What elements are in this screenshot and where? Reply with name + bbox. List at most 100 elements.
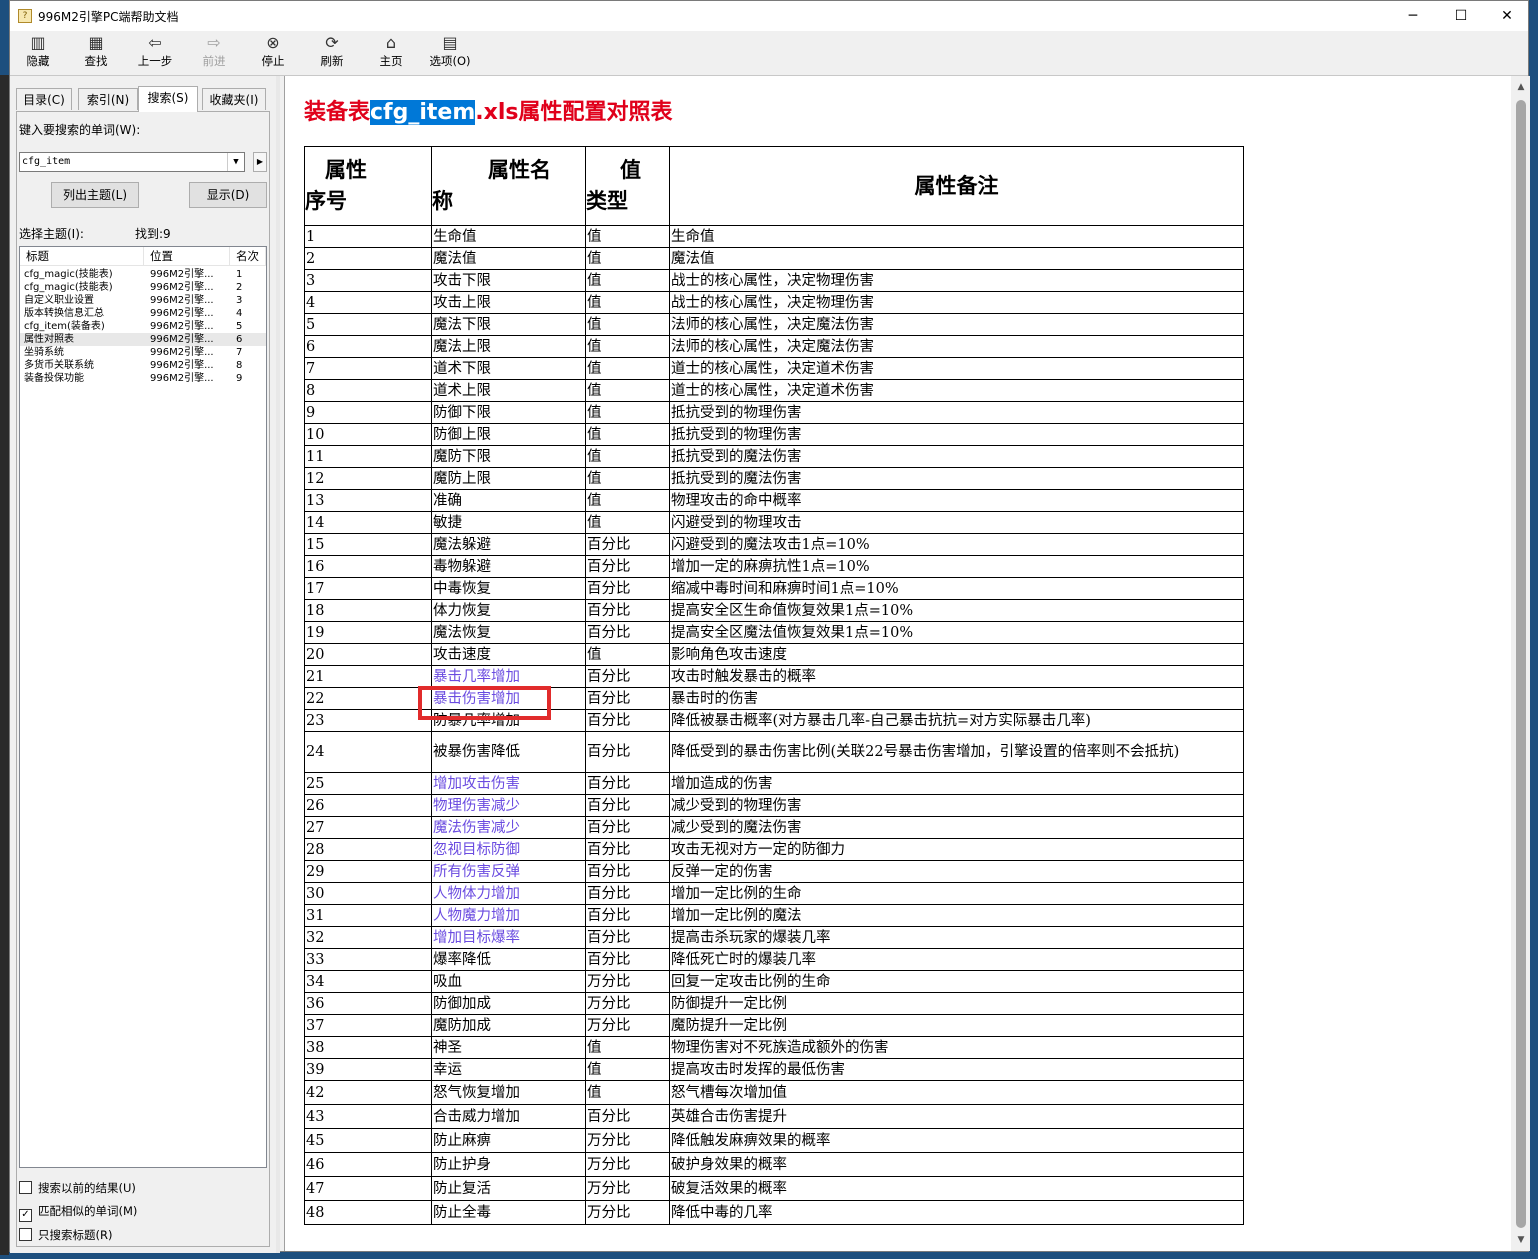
list-item[interactable]: 装备投保功能 996M2引擎... 9 xyxy=(20,372,266,385)
search-input[interactable]: cfg_item ▼ xyxy=(19,152,245,172)
tab-index[interactable]: 索引(N) xyxy=(78,88,138,110)
vertical-scrollbar[interactable]: ▲ ▼ xyxy=(1512,76,1530,1251)
cell-index: 7 xyxy=(304,357,432,380)
cell-type: 百分比 xyxy=(585,860,670,883)
tab-favorites[interactable]: 收藏夹(I) xyxy=(202,88,266,110)
column-title[interactable]: 标题 xyxy=(20,247,144,265)
cell-index: 27 xyxy=(304,816,432,839)
checkbox-icon[interactable] xyxy=(19,1228,32,1241)
cell-note: 抵抗受到的物理伤害 xyxy=(669,423,1244,446)
cell-type: 值 xyxy=(585,401,670,424)
hide-button[interactable]: ▥ 隐藏 xyxy=(10,33,66,73)
cell-index: 36 xyxy=(304,992,432,1015)
list-item[interactable]: 版本转换信息汇总 996M2引擎... 4 xyxy=(20,307,266,320)
close-button[interactable]: ✕ xyxy=(1484,1,1530,31)
table-row: 37 魔防加成 万分比 魔防提升一定比例 xyxy=(304,1014,1244,1037)
cell-index: 4 xyxy=(304,291,432,314)
result-title: cfg_magic(技能表) xyxy=(24,282,113,293)
cell-name: 防止护身 xyxy=(431,1152,586,1177)
cell-note: 增加造成的伤害 xyxy=(669,772,1244,795)
table-row: 32 增加目标爆率 百分比 提高击杀玩家的爆装几率 xyxy=(304,926,1244,949)
table-row: 42 怒气恢复增加值怒气槽每次增加值 xyxy=(304,1080,1244,1105)
cell-type: 值 xyxy=(585,313,670,336)
cell-note: 减少受到的物理伤害 xyxy=(669,794,1244,817)
cell-name-link[interactable]: 所有伤害反弹 xyxy=(431,860,586,883)
list-item[interactable]: cfg_magic(技能表) 996M2引擎... 2 xyxy=(20,281,266,294)
checkbox-checked-icon[interactable]: ✓ xyxy=(19,1209,32,1222)
cell-index: 9 xyxy=(304,401,432,424)
cell-index: 10 xyxy=(304,423,432,446)
cell-index: 39 xyxy=(304,1058,432,1081)
cell-type: 值 xyxy=(585,1080,670,1105)
stop-button[interactable]: ⊗ 停止 xyxy=(245,33,301,73)
cell-name: 攻击速度 xyxy=(431,643,586,666)
cell-note: 物理伤害对不死族造成额外的伤害 xyxy=(669,1036,1244,1059)
list-item[interactable]: cfg_item(装备表) 996M2引擎... 5 xyxy=(20,320,266,333)
scroll-down-icon[interactable]: ▼ xyxy=(1512,1231,1530,1249)
cell-name-link[interactable]: 增加攻击伤害 xyxy=(431,772,586,795)
cell-type: 值 xyxy=(585,247,670,270)
column-rank[interactable]: 名次 xyxy=(230,247,266,265)
table-row: 21 暴击几率增加 百分比 攻击时触发暴击的概率 xyxy=(304,665,1244,688)
results-header: 标题 位置 名次 xyxy=(20,247,266,266)
cell-type: 值 xyxy=(585,379,670,402)
play-arrow-icon[interactable]: ▶ xyxy=(253,152,267,172)
cell-index: 29 xyxy=(304,860,432,883)
cell-name: 道术下限 xyxy=(431,357,586,380)
find-button[interactable]: ▦ 查找 xyxy=(68,33,124,73)
header-type: 值类型 xyxy=(585,146,670,226)
scroll-up-icon[interactable]: ▲ xyxy=(1512,78,1530,96)
option-match-similar[interactable]: ✓ 匹配相似的单词(M) xyxy=(19,1203,137,1222)
options-button[interactable]: ▤ 选项(O) xyxy=(422,33,478,73)
cell-name-link[interactable]: 忽视目标防御 xyxy=(431,838,586,861)
cell-type: 万分比 xyxy=(585,1014,670,1037)
maximize-button[interactable]: ☐ xyxy=(1438,1,1484,31)
chevron-down-icon[interactable]: ▼ xyxy=(227,153,244,171)
cell-note: 回复一定攻击比例的生命 xyxy=(669,970,1244,993)
table-row: 19 魔法恢复 百分比 提高安全区魔法值恢复效果1点=10% xyxy=(304,621,1244,644)
result-location: 996M2引擎... xyxy=(150,295,214,306)
home-button[interactable]: ⌂ 主页 xyxy=(363,33,419,73)
cell-note: 暴击时的伤害 xyxy=(669,687,1244,710)
list-item[interactable]: 多货币关联系统 996M2引擎... 8 xyxy=(20,359,266,372)
pane-splitter[interactable] xyxy=(276,76,280,1253)
column-location[interactable]: 位置 xyxy=(144,247,230,265)
cell-note: 减少受到的魔法伤害 xyxy=(669,816,1244,839)
cell-index: 26 xyxy=(304,794,432,817)
list-item[interactable]: 坐骑系统 996M2引擎... 7 xyxy=(20,346,266,359)
table-row: 18 体力恢复 百分比 提高安全区生命值恢复效果1点=10% xyxy=(304,599,1244,622)
list-item[interactable]: 自定义职业设置 996M2引擎... 3 xyxy=(20,294,266,307)
cell-name-link[interactable]: 魔法伤害减少 xyxy=(431,816,586,839)
cell-name-link[interactable]: 人物体力增加 xyxy=(431,882,586,905)
list-item[interactable]: cfg_magic(技能表) 996M2引擎... 1 xyxy=(20,268,266,281)
cell-note: 法师的核心属性，决定魔法伤害 xyxy=(669,335,1244,358)
table-row: 4 攻击上限值战士的核心属性，决定物理伤害 xyxy=(304,291,1244,314)
cell-name: 怒气恢复增加 xyxy=(431,1080,586,1105)
scroll-thumb[interactable] xyxy=(1516,100,1526,1228)
home-icon: ⌂ xyxy=(385,33,397,52)
option-previous-results[interactable]: 搜索以前的结果(U) xyxy=(19,1180,136,1196)
forward-button[interactable]: ⇨ 前进 xyxy=(186,33,242,73)
minimize-button[interactable]: ─ xyxy=(1390,1,1436,31)
cell-name-link[interactable]: 增加目标爆率 xyxy=(431,926,586,949)
checkbox-icon[interactable] xyxy=(19,1181,32,1194)
tab-contents[interactable]: 目录(C) xyxy=(16,88,72,110)
tab-search[interactable]: 搜索(S) xyxy=(138,86,198,112)
refresh-button[interactable]: ⟳ 刷新 xyxy=(304,33,360,73)
refresh-icon: ⟳ xyxy=(325,33,339,52)
list-topics-button[interactable]: 列出主题(L) xyxy=(51,182,139,208)
cell-name-link[interactable]: 暴击几率增加 xyxy=(431,665,586,688)
list-item[interactable]: 属性对照表 996M2引擎... 6 xyxy=(20,333,266,346)
result-title: 装备投保功能 xyxy=(24,373,84,384)
display-button[interactable]: 显示(D) xyxy=(189,182,267,208)
table-row: 34 吸血 万分比 回复一定攻击比例的生命 xyxy=(304,970,1244,993)
cell-name-link[interactable]: 物理伤害减少 xyxy=(431,794,586,817)
back-button[interactable]: ⇦ 上一步 xyxy=(127,33,183,73)
result-location: 996M2引擎... xyxy=(150,360,214,371)
search-results-list[interactable]: 标题 位置 名次 cfg_magic(技能表) 996M2引擎... 1 cfg_ma… xyxy=(19,246,267,1168)
cell-name: 中毒恢复 xyxy=(431,577,586,600)
cell-name-link[interactable]: 人物魔力增加 xyxy=(431,904,586,927)
table-row: 47 防止复活 万分比 破复活效果的概率 xyxy=(304,1176,1244,1201)
table-row: 29 所有伤害反弹 百分比 反弹一定的伤害 xyxy=(304,860,1244,883)
option-titles-only[interactable]: 只搜索标题(R) xyxy=(19,1227,112,1243)
